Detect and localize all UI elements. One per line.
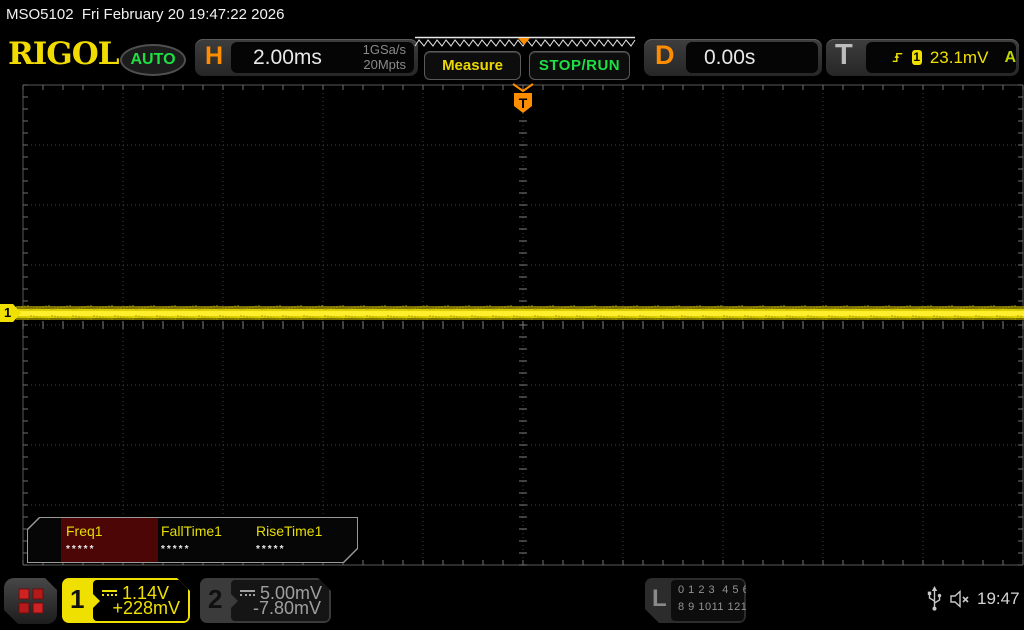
logic-channel-list: 0 1 2 3 4 5 6 7 8 9 1011 12131415: [671, 580, 744, 621]
measurement-value: *****: [161, 544, 191, 555]
logic-channels-badge[interactable]: L 0 1 2 3 4 5 6 7 8 9 1011 12131415: [645, 578, 746, 623]
delay-label: D: [655, 40, 675, 70]
channel1-badge[interactable]: 1 1.14V +228mV: [62, 578, 190, 623]
trigger-sweep-mode: A: [1004, 48, 1016, 66]
trigger-inner: 1 23.1mV A: [866, 42, 1016, 73]
graticule-and-trace: [15, 84, 1024, 566]
stop-run-button[interactable]: STOP/RUN: [529, 51, 630, 80]
trigger-marker-letter: T: [519, 95, 528, 111]
measurement-value: *****: [256, 544, 286, 555]
trigger-position-marker[interactable]: T: [509, 82, 537, 116]
channel2-offset: -7.80mV: [252, 598, 321, 618]
dc-coupling-icon: [240, 590, 255, 596]
rigol-logo: RIGOL: [8, 36, 120, 72]
channel1-offset: +228mV: [112, 598, 180, 618]
quick-menu-button[interactable]: [4, 578, 57, 624]
model-and-datetime: MSO5102 Fri February 20 19:47:22 2026: [6, 6, 285, 23]
measurement-panel[interactable]: Freq1 ***** FallTime1 ***** RiseTime1 **…: [27, 517, 358, 563]
memory-depth: 20Mpts: [363, 56, 406, 72]
usb-icon: [927, 586, 942, 611]
channel1-tab-notch: [93, 594, 100, 608]
channel2-badge[interactable]: 2 5.00mV -7.80mV: [200, 578, 331, 623]
trigger-level-value: 23.1mV: [929, 47, 989, 67]
sample-rate: 1GSa/s: [362, 42, 406, 58]
logic-row-1: 0 1 2 3 4 5 6 7: [678, 584, 760, 596]
channel1-number: 1: [70, 584, 85, 614]
measurement-value: *****: [66, 544, 96, 555]
channel2-values: 5.00mV -7.80mV: [231, 580, 329, 621]
samplerate-depth: 1GSa/s 20Mpts: [363, 43, 406, 72]
measurement-label[interactable]: Freq1: [66, 523, 103, 539]
trigger-settings-block[interactable]: T 1 23.1mV A: [826, 39, 1019, 76]
logic-label: L: [652, 585, 667, 612]
clock: 19:47: [977, 589, 1020, 608]
delay-inner: 0.00s: [686, 42, 818, 73]
measure-button[interactable]: Measure: [424, 51, 521, 80]
speaker-muted-icon: [950, 590, 969, 608]
trigger-label: T: [835, 39, 853, 71]
timebase-value: 2.00ms: [253, 45, 322, 69]
trigger-source-badge: 1: [911, 50, 922, 65]
grid-menu-icon: [18, 589, 43, 614]
measurement-label[interactable]: FallTime1: [161, 523, 222, 539]
horizontal-label: H: [205, 42, 224, 70]
dc-coupling-icon: [102, 590, 117, 596]
measurement-panel-body: Freq1 ***** FallTime1 ***** RiseTime1 **…: [28, 518, 357, 562]
oscilloscope-screen: MSO5102 Fri February 20 19:47:22 2026 RI…: [0, 0, 1024, 630]
waveform-preview-strip[interactable]: [413, 36, 637, 50]
acquisition-mode-badge: AUTO: [120, 44, 186, 76]
delay-value: 0.00s: [704, 45, 756, 69]
measurement-label[interactable]: RiseTime1: [256, 523, 322, 539]
rising-edge-trigger-icon: [892, 53, 903, 62]
logic-row-2: 8 9 1011 12131415: [678, 601, 781, 613]
delay-settings-block[interactable]: D 0.00s: [644, 39, 822, 76]
horizontal-inner: 2.00ms 1GSa/s 20Mpts: [231, 42, 414, 73]
horizontal-settings-block[interactable]: H 2.00ms 1GSa/s 20Mpts: [195, 39, 418, 76]
channel2-tab-notch: [231, 594, 238, 608]
channel2-number: 2: [208, 584, 223, 614]
channel1-values: 1.14V +228mV: [93, 580, 188, 621]
